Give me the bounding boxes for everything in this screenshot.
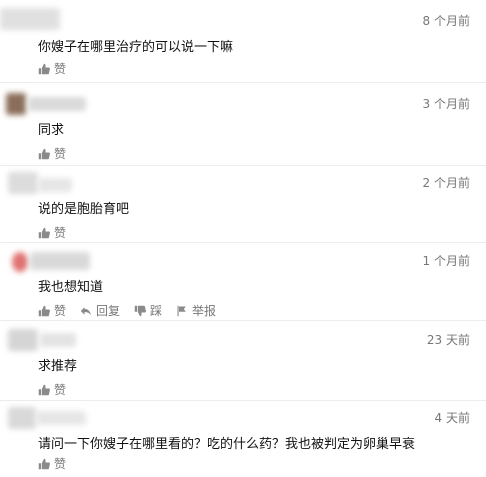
avatar[interactable]	[8, 407, 36, 429]
like-button[interactable]: 赞	[38, 60, 66, 77]
divider	[0, 242, 486, 243]
comment-time: 3 个月前	[422, 97, 470, 111]
comment-text: 说的是胞胎育吧	[38, 202, 130, 217]
avatar[interactable]	[0, 8, 60, 30]
thumbs-up-icon	[38, 148, 50, 159]
comment-actions: 赞	[38, 381, 80, 398]
comment-text: 求推荐	[38, 359, 78, 374]
comment-text: 同求	[38, 123, 65, 138]
flag-icon	[177, 305, 186, 316]
like-label: 赞	[54, 457, 67, 471]
dislike-button[interactable]: 踩	[134, 302, 162, 319]
like-label: 赞	[54, 383, 67, 397]
avatar[interactable]	[12, 252, 28, 272]
like-label: 赞	[54, 304, 67, 318]
reply-button[interactable]: 回复	[80, 302, 120, 319]
comment-actions: 赞 回复 踩 举报	[38, 302, 230, 319]
like-button[interactable]: 赞	[38, 381, 66, 398]
username-blur	[28, 97, 86, 111]
like-label: 赞	[54, 62, 67, 76]
comment-text: 你嫂子在哪里治疗的可以说一下嘛	[38, 40, 234, 55]
comment-actions: 赞	[38, 224, 80, 241]
like-button[interactable]: 赞	[38, 224, 66, 241]
comment-time: 8 个月前	[422, 14, 470, 28]
divider	[0, 165, 486, 166]
comment-time: 4 天前	[434, 411, 470, 425]
thumbs-up-icon	[38, 458, 50, 469]
thumbs-down-icon	[134, 305, 146, 316]
like-label: 赞	[54, 147, 67, 161]
comment-actions: 赞	[38, 455, 80, 472]
comment-text: 我也想知道	[38, 280, 104, 295]
comment-item: 8 个月前 你嫂子在哪里治疗的可以说一下嘛 赞	[0, 8, 486, 82]
like-label: 赞	[54, 226, 67, 240]
avatar[interactable]	[8, 329, 38, 351]
username-blur	[38, 178, 72, 192]
thumbs-up-icon	[38, 63, 50, 74]
comment-time: 23 天前	[426, 333, 470, 347]
comment-item: 3 个月前 同求 赞	[0, 93, 486, 165]
reply-label: 回复	[96, 304, 121, 318]
report-label: 举报	[192, 304, 217, 318]
divider	[0, 82, 486, 83]
comment-actions: 赞	[38, 145, 80, 162]
comment-item: 2 个月前 说的是胞胎育吧 赞	[0, 172, 486, 244]
comment-text: 请问一下你嫂子在哪里看的？吃的什么药？我也被判定为卵巢早衰	[38, 437, 416, 452]
dislike-label: 踩	[150, 304, 163, 318]
username-blur	[40, 333, 76, 347]
comment-item: 23 天前 求推荐 赞	[0, 329, 486, 401]
divider	[0, 400, 486, 401]
comment-time: 2 个月前	[422, 176, 470, 190]
reply-arrow-icon	[80, 306, 91, 315]
avatar[interactable]	[8, 172, 38, 194]
like-button[interactable]: 赞	[38, 455, 66, 472]
username-blur	[30, 252, 90, 270]
comment-item: 4 天前 请问一下你嫂子在哪里看的？吃的什么药？我也被判定为卵巢早衰 赞	[0, 407, 486, 477]
comment-actions: 赞	[38, 60, 80, 77]
username-blur	[36, 411, 86, 425]
divider	[0, 320, 486, 321]
like-button[interactable]: 赞	[38, 145, 66, 162]
like-button[interactable]: 赞	[38, 302, 66, 319]
comment-time: 1 个月前	[422, 254, 470, 268]
thumbs-up-icon	[38, 227, 50, 238]
avatar[interactable]	[6, 93, 26, 115]
report-button[interactable]: 举报	[176, 302, 216, 319]
comment-item: 1 个月前 我也想知道 赞 回复 踩 举报	[0, 252, 486, 322]
thumbs-up-icon	[38, 384, 50, 395]
thumbs-up-icon	[38, 305, 50, 316]
